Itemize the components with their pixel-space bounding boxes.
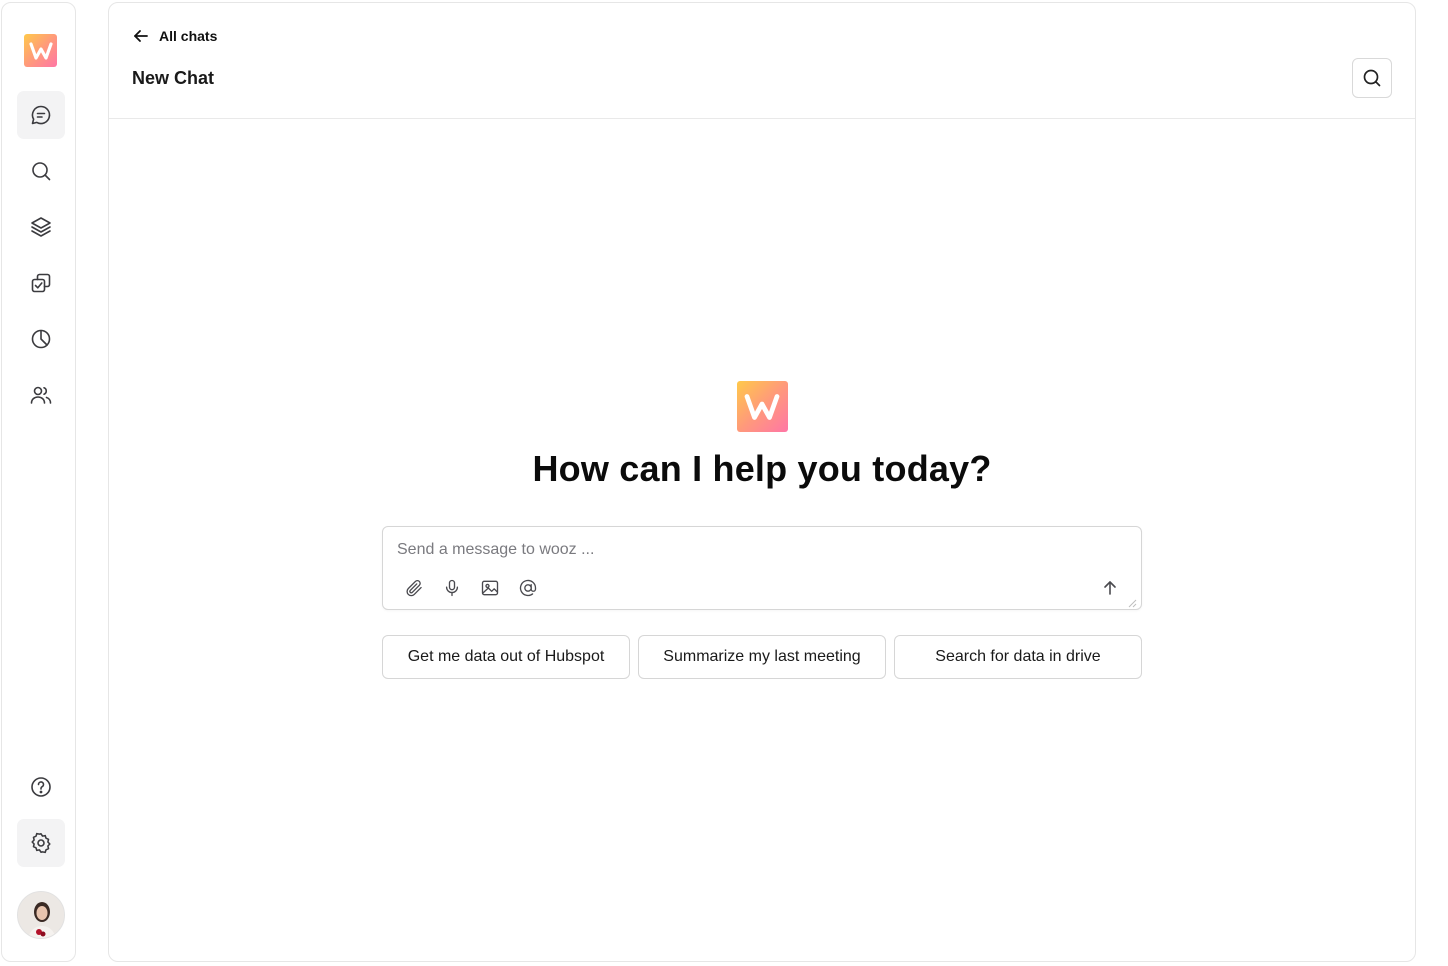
suggestion-hubspot[interactable]: Get me data out of Hubspot [382,635,630,679]
message-input[interactable] [383,527,1141,577]
sidebar-item-help[interactable] [17,763,65,811]
at-sign-icon [519,579,537,597]
resize-grip[interactable] [1127,595,1137,608]
sidebar-item-search[interactable] [17,147,65,195]
gear-icon [31,832,51,854]
avatar[interactable] [17,891,65,939]
users-icon [30,386,52,404]
image-icon [481,580,499,596]
pie-chart-icon [31,329,51,349]
mention-button[interactable] [517,577,539,599]
sidebar-item-layers[interactable] [17,203,65,251]
search-icon [1363,69,1381,87]
attach-button[interactable] [403,577,425,599]
wooz-logo[interactable] [24,34,57,67]
suggestion-meeting-summary[interactable]: Summarize my last meeting [638,635,886,679]
microphone-icon [445,579,459,597]
chat-panel: All chats New Chat How can I help you to… [108,2,1416,962]
resize-grip-icon [1128,599,1137,608]
user-avatar-icon [18,892,64,938]
help-icon [31,777,51,797]
w-logo-icon [744,393,780,420]
suggestion-drive-search[interactable]: Search for data in drive [894,635,1142,679]
checkbox-stack-icon [31,273,51,293]
chat-header: All chats New Chat [109,3,1415,119]
chat-search-button[interactable] [1352,58,1392,98]
suggestion-chips: Get me data out of Hubspot Summarize my … [382,635,1142,679]
message-composer [382,526,1142,610]
all-chats-label: All chats [159,28,218,44]
sidebar-item-users[interactable] [17,371,65,419]
search-icon [32,162,51,181]
sidebar [1,2,76,962]
composer-toolbar [403,577,539,599]
send-button[interactable] [1099,577,1121,599]
voice-button[interactable] [441,577,463,599]
sidebar-item-chats[interactable] [17,91,65,139]
welcome-section: How can I help you today? [109,381,1415,490]
welcome-heading: How can I help you today? [532,448,992,489]
page-title: New Chat [132,68,215,88]
sidebar-item-analytics[interactable] [17,315,65,363]
wooz-logo [736,381,788,432]
sidebar-item-settings[interactable] [17,819,65,867]
hero-logo-wrap [736,381,788,432]
w-logo-icon [28,41,53,60]
chat-icon [31,105,51,125]
image-button[interactable] [479,577,501,599]
sidebar-item-tasks[interactable] [17,259,65,307]
arrow-left-icon [134,30,148,42]
arrow-up-icon [1104,581,1116,595]
layers-icon [31,217,51,237]
all-chats-link[interactable]: All chats [132,27,217,45]
paperclip-icon [406,579,422,597]
